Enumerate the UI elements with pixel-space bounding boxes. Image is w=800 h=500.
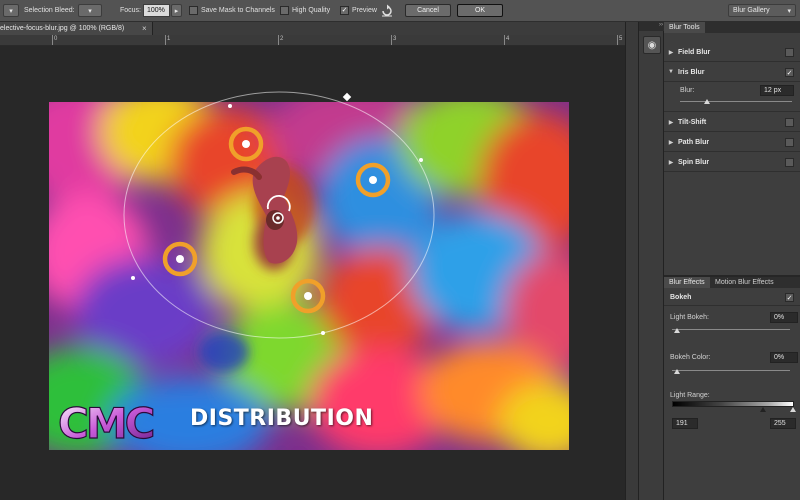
blur-effects-header: Blur Effects Motion Blur Effects [664, 277, 800, 288]
iris-blur-settings: Blur: 12 px [664, 83, 800, 112]
cmc-logo-mark: CMC [57, 400, 157, 444]
panel-dock: ›› ◉ [638, 22, 665, 500]
chevron-down-icon[interactable]: ▼ [664, 69, 678, 75]
chevron-down-icon: ▾ [787, 7, 791, 15]
blur-tool-label: Spin Blur [678, 158, 710, 166]
field-blur-checkbox[interactable] [785, 48, 794, 57]
chevron-right-icon[interactable]: ▶ [664, 49, 678, 56]
tilt-shift-checkbox[interactable] [785, 118, 794, 127]
blur-amount-slider[interactable] [680, 101, 792, 102]
focus-pin-bottom[interactable] [290, 278, 326, 314]
blur-amount-input[interactable]: 12 px [760, 85, 794, 96]
bokeh-color-label: Bokeh Color: [670, 354, 711, 361]
blur-tool-field-blur[interactable]: ▶ Field Blur [664, 43, 800, 62]
tab-blur-effects[interactable]: Blur Effects [664, 277, 710, 288]
logo-wordmark: DISTRIBUTION [190, 406, 374, 431]
feather-handle[interactable] [228, 104, 232, 108]
blur-tool-label: Path Blur [678, 138, 710, 146]
tab-blur-tools[interactable]: Blur Tools [664, 22, 705, 33]
light-range-high-input[interactable]: 255 [770, 418, 796, 429]
tab-motion-blur-effects[interactable]: Motion Blur Effects [710, 277, 779, 288]
bokeh-color-knob[interactable] [674, 369, 680, 374]
focus-pin-right[interactable] [355, 162, 391, 198]
bokeh-color-input[interactable]: 0% [770, 352, 798, 363]
blur-tool-label: Tilt-Shift [678, 118, 707, 126]
iris-blur-checkbox[interactable]: ✓ [785, 68, 794, 77]
path-blur-checkbox[interactable] [785, 138, 794, 147]
chevron-right-icon[interactable]: ▶ [664, 159, 678, 166]
focus-pin-left[interactable] [162, 241, 198, 277]
feather-handle[interactable] [419, 158, 423, 162]
light-bokeh-input[interactable]: 0% [770, 312, 798, 323]
blur-tool-label: Iris Blur [678, 68, 705, 76]
panel-collapse-strip[interactable] [625, 22, 638, 500]
eye-icon[interactable]: ◉ [643, 36, 661, 54]
light-range-label: Light Range: [670, 392, 710, 399]
blur-slider-knob[interactable] [704, 99, 710, 104]
light-range-low-knob[interactable] [760, 407, 766, 412]
light-range-low-input[interactable]: 191 [672, 418, 698, 429]
blur-tool-tilt-shift[interactable]: ▶ Tilt-Shift [664, 113, 800, 132]
light-range-high-knob[interactable] [790, 407, 796, 412]
light-bokeh-label: Light Bokeh: [670, 314, 709, 321]
light-range-gradient[interactable] [672, 401, 794, 407]
center-pin[interactable] [266, 195, 291, 224]
blur-tool-path-blur[interactable]: ▶ Path Blur [664, 133, 800, 152]
roundness-handle[interactable] [342, 92, 352, 102]
focus-pin-top[interactable] [228, 126, 264, 162]
blur-tool-spin-blur[interactable]: ▶ Spin Blur [664, 153, 800, 172]
blur-effects-panel: Blur Effects Motion Blur Effects Bokeh ✓… [664, 277, 800, 500]
iris-blur-ellipse[interactable] [123, 91, 435, 339]
blur-amount-label: Blur: [680, 87, 695, 94]
logo-mark-text: CMC [58, 400, 154, 444]
bokeh-color-slider[interactable] [672, 370, 790, 371]
collapse-icon[interactable]: ›› [639, 22, 665, 31]
blur-tools-panel: Blur Tools ▶ Field Blur ▼ Iris Blur ✓ Bl… [664, 22, 800, 275]
feather-handle[interactable] [131, 276, 135, 280]
spin-blur-checkbox[interactable] [785, 158, 794, 167]
workspace-dropdown[interactable]: Blur Gallery ▾ [728, 4, 796, 17]
chevron-right-icon[interactable]: ▶ [664, 139, 678, 146]
blur-tool-label: Field Blur [678, 48, 711, 56]
bokeh-row: Bokeh ✓ [664, 290, 800, 306]
blur-tools-header: Blur Tools [664, 22, 800, 33]
chevron-right-icon[interactable]: ▶ [664, 119, 678, 126]
workspace-label: Blur Gallery [733, 7, 770, 14]
blur-tool-iris-blur[interactable]: ▼ Iris Blur ✓ [664, 63, 800, 82]
bokeh-label: Bokeh [670, 294, 692, 301]
photoshop-blur-gallery-window: ▾ Selection Bleed: ▾ Focus: 100% ▸ Save … [0, 0, 800, 500]
light-bokeh-knob[interactable] [674, 328, 680, 333]
bokeh-checkbox[interactable]: ✓ [785, 293, 794, 302]
feather-handle[interactable] [321, 331, 325, 335]
light-bokeh-slider[interactable] [672, 329, 790, 330]
